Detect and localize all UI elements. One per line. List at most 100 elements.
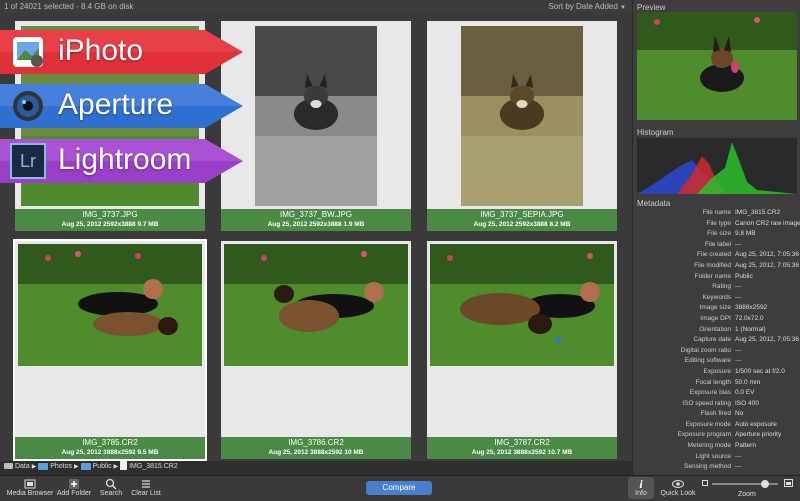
metadata-key: Flash fired <box>700 410 731 418</box>
photo-thumbnail <box>224 244 408 366</box>
metadata-value: Aperture priority <box>735 431 782 439</box>
metadata-key: File type <box>706 219 731 227</box>
iphoto-icon <box>10 34 46 70</box>
metadata-key: File label <box>704 240 731 248</box>
metadata-value: 1 (Normal) <box>735 325 766 333</box>
chevron-right-icon: ▶ <box>31 464 37 470</box>
metadata-row: Rating --- <box>633 283 800 294</box>
metadata-key: Digital zoom ratio <box>680 346 731 354</box>
photo-grid[interactable]: IMG_3737.JPG Aug 25, 2012 2592x3888 9.7 M… <box>0 13 632 461</box>
metadata-title: Metadata <box>637 199 671 208</box>
metadata-key: Orientation <box>699 325 731 333</box>
histogram <box>637 138 797 194</box>
metadata-key: Editing software <box>684 357 731 365</box>
zoom-in-icon <box>784 479 793 489</box>
photo-card[interactable]: IMG_3786.CR2 Aug 25, 2012 3888x2592 10 MB <box>221 241 411 459</box>
zoom-out-icon <box>702 480 708 488</box>
aperture-icon <box>10 88 46 124</box>
metadata-value: ISO 400 <box>735 399 759 407</box>
metadata-value: --- <box>735 346 742 354</box>
metadata-row: Folder name Public <box>633 273 800 284</box>
photo-card[interactable]: IMG_3787.CR2 Aug 25, 2012 3888x2592 10.7 … <box>427 241 617 459</box>
metadata-value: --- <box>735 283 742 291</box>
metadata-key: Exposure <box>703 367 731 375</box>
metadata-value: 72.0x72.0 <box>735 314 764 322</box>
metadata-value: IMG_3815.CR2 <box>735 209 781 216</box>
metadata-key: Sensing method <box>684 463 731 471</box>
search-button[interactable]: Search <box>96 478 126 497</box>
metadata-key: File name <box>702 209 731 216</box>
media-browser-button[interactable]: Media Browser <box>6 478 54 497</box>
metadata-row: File type Canon CR2 raw image <box>633 220 800 231</box>
metadata-key: File created <box>697 251 731 259</box>
metadata-value: 50.0 mm <box>735 378 761 386</box>
lightroom-banner: Lr Lightroom <box>0 137 245 185</box>
breadcrumb-item[interactable]: Photos <box>50 463 72 470</box>
compare-button[interactable]: Compare <box>366 481 432 495</box>
photo-card[interactable]: IMG_3737_SEPIA.JPG Aug 25, 2012 2592x3888… <box>427 21 617 231</box>
photo-card[interactable]: IMG_3737_BW.JPG Aug 25, 2012 2592x3888 1.… <box>221 21 411 231</box>
metadata-row: Exposure mode Auto exposure <box>633 421 800 432</box>
sort-menu[interactable]: Sort by Date Added ▼ <box>548 2 626 11</box>
plus-icon <box>68 478 80 490</box>
zoom-slider-knob[interactable] <box>760 480 769 488</box>
clear-list-button[interactable]: Clear List <box>128 478 164 497</box>
chevron-right-icon: ▶ <box>73 464 79 470</box>
breadcrumb-item[interactable]: Public <box>93 463 112 470</box>
photo-thumbnail <box>430 244 614 366</box>
metadata-value: Aug 25, 2012, 7:05:36 PM <box>735 261 800 269</box>
metadata-key: Image size <box>699 304 731 312</box>
metadata-key: Image DPI <box>700 314 731 322</box>
breadcrumb-item[interactable]: Data <box>15 463 30 470</box>
metadata-value: --- <box>735 240 742 248</box>
iphoto-label: iPhoto <box>58 34 144 67</box>
folder-icon <box>80 462 91 472</box>
histogram-title: Histogram <box>637 128 674 137</box>
metadata-key: ISO speed rating <box>682 399 731 407</box>
media-browser-icon <box>24 478 36 490</box>
breadcrumb-item[interactable]: IMG_3815.CR2 <box>129 463 178 470</box>
metadata-value: Pattern <box>735 442 756 450</box>
metadata-row: Flash fired No <box>633 410 800 421</box>
metadata-row: File name IMG_3815.CR2 <box>633 209 800 220</box>
metadata-row: Image DPI 72.0x72.0 <box>633 315 800 326</box>
status-bar: 1 of 24021 selected - 8.4 GB on disk Sor… <box>0 0 632 13</box>
metadata-value: No <box>735 410 744 418</box>
selection-status: 1 of 24021 selected - 8.4 GB on disk <box>4 2 134 11</box>
metadata-value: 3888x2592 <box>735 304 768 312</box>
chevron-down-icon: ▼ <box>620 5 626 11</box>
disk-icon <box>4 462 13 472</box>
metadata-row: Exposure program Aperture priority <box>633 431 800 442</box>
preview-title: Preview <box>637 3 666 12</box>
zoom-slider[interactable] <box>712 480 778 488</box>
metadata-key: Exposure program <box>677 431 731 439</box>
metadata-row: Digital zoom ratio --- <box>633 347 800 358</box>
photo-card[interactable]: IMG_3785.CR2 Aug 25, 2012 3888x2592 9.5 M… <box>13 239 207 461</box>
metadata-key: Capture date <box>693 336 731 344</box>
eye-icon <box>672 478 684 490</box>
metadata-value: Aug 25, 2012, 7:05:36 PM <box>735 251 800 259</box>
metadata-row: Keywords --- <box>633 294 800 305</box>
aperture-label: Aperture <box>58 88 174 121</box>
metadata-key: File modified <box>694 261 731 269</box>
metadata-value: Aug 25, 2012, 7:05:36 PM <box>735 336 800 344</box>
metadata-row: File created Aug 25, 2012, 7:05:36 PM <box>633 251 800 262</box>
iphoto-banner: iPhoto <box>0 28 245 76</box>
metadata-row: Orientation 1 (Normal) <box>633 326 800 337</box>
photo-thumbnail <box>18 244 202 366</box>
zoom-label: Zoom <box>738 491 756 498</box>
breadcrumb: Data ▶ Photos ▶ Public ▶ IMG_3815.CR2 <box>0 461 632 475</box>
metadata-value: 1/500 sec at f/2.0 <box>735 367 785 375</box>
chevron-right-icon: ▶ <box>113 464 119 470</box>
info-button[interactable]: i Info <box>628 478 654 497</box>
lightroom-label: Lightroom <box>58 143 192 176</box>
add-folder-button[interactable]: Add Folder <box>56 478 92 497</box>
preview-image <box>637 12 797 120</box>
photo-caption: IMG_3785.CR2 Aug 25, 2012 3888x2592 9.5 M… <box>15 437 205 459</box>
quick-look-button[interactable]: Quick Look <box>660 478 696 497</box>
metadata-row: Sensing method --- <box>633 463 800 474</box>
lightroom-icon: Lr <box>10 143 46 179</box>
photo-caption: IMG_3786.CR2 Aug 25, 2012 3888x2592 10 MB <box>221 437 411 459</box>
metadata-row: Focal length 50.0 mm <box>633 379 800 390</box>
metadata-value: 0.0 EV <box>735 389 755 397</box>
